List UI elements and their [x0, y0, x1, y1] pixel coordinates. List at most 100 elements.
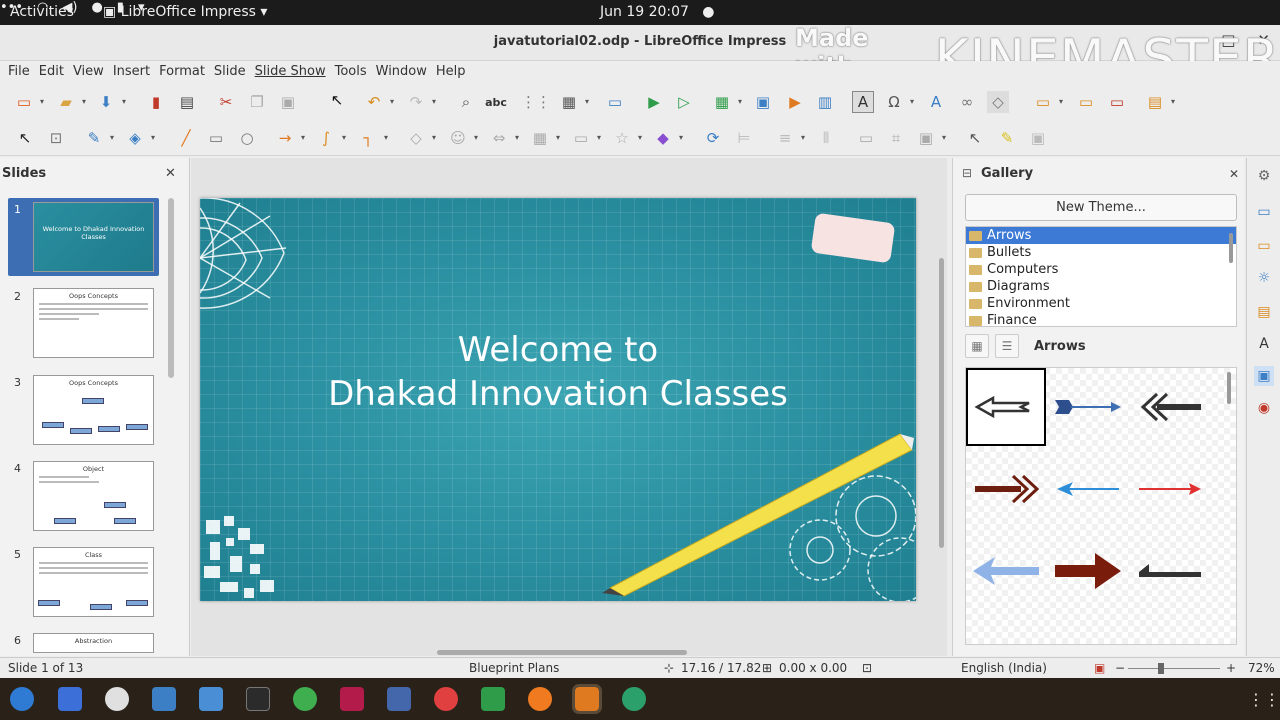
gallery-arrow-item[interactable] [1048, 368, 1128, 446]
impress-app-icon[interactable] [572, 684, 602, 714]
theme-item-computers[interactable]: Computers [966, 261, 1236, 278]
chrome-app-icon[interactable] [622, 687, 646, 711]
line-color-icon[interactable]: ✎ ▾ [83, 127, 114, 149]
maximize-icon[interactable]: □ [1221, 31, 1235, 49]
fit-slide-icon[interactable]: ▣ [1094, 661, 1105, 675]
calc-app-icon[interactable] [481, 687, 505, 711]
special-character-icon[interactable]: Ω ▾ [883, 91, 914, 113]
grid-icon[interactable]: ⋮⋮ [521, 91, 551, 113]
display-views-icon[interactable]: ▦ ▾ [558, 91, 589, 113]
menu-slide[interactable]: Slide [214, 61, 255, 85]
gallery-arrow-item[interactable] [1048, 532, 1128, 610]
firefox-app-icon[interactable] [528, 687, 552, 711]
zoom-pan-icon[interactable]: ⊡ [45, 127, 67, 149]
new-slide-icon[interactable]: ▭ ▾ [1032, 91, 1063, 113]
delete-slide-icon[interactable]: ▭ [1106, 91, 1128, 113]
terminal-app-icon[interactable] [246, 687, 270, 711]
screenshot-app-icon[interactable] [199, 687, 223, 711]
sidebar-settings-gear-icon[interactable]: ⚙ [1254, 166, 1274, 186]
callout-icon[interactable]: ▭ ▾ [570, 127, 601, 149]
clock[interactable]: Jun 19 20:07 ● [600, 4, 715, 20]
slide-thumbnail-4[interactable]: Object [33, 461, 154, 531]
zoom-in-icon[interactable]: + [1226, 661, 1236, 675]
slide-thumbnail-1[interactable]: Welcome to Dhakad Innovation Classes [33, 202, 154, 272]
gallery-tab-icon[interactable]: ▣ [1254, 366, 1274, 386]
flowchart-icon[interactable]: ▦ ▾ [529, 127, 560, 149]
current-slide[interactable]: Welcome to Dhakad Innovation Classes [200, 198, 916, 601]
menu-format[interactable]: Format [159, 61, 214, 85]
close-icon[interactable]: ✕ [1229, 167, 1239, 181]
animation-tab-icon[interactable]: ☼ [1254, 268, 1274, 288]
fontwork-icon[interactable]: A [925, 91, 947, 113]
menu-insert[interactable]: Insert [113, 61, 159, 85]
cut-icon[interactable]: ✂ [215, 91, 237, 113]
paste-icon[interactable]: ▣ [277, 91, 299, 113]
rotate-icon[interactable]: ⟳ [702, 127, 724, 149]
open-folder-icon[interactable]: ▰ ▾ [55, 91, 86, 113]
close-window-icon[interactable]: ✕ [1257, 31, 1270, 49]
slide-thumbnail-6[interactable]: Abstraction [33, 633, 154, 653]
icon-view-icon[interactable]: ▦ [965, 334, 989, 358]
menu-file[interactable]: File [8, 61, 39, 85]
zoom-level[interactable]: 72% [1248, 661, 1275, 675]
document-modified-icon[interactable]: ⊡ [862, 661, 872, 675]
master-slide-name[interactable]: Blueprint Plans [469, 661, 559, 675]
slide-edit-area[interactable]: Welcome to Dhakad Innovation Classes [191, 158, 947, 656]
language[interactable]: English (India) [961, 661, 1047, 675]
slide-title-text[interactable]: Welcome to Dhakad Innovation Classes [200, 328, 916, 416]
theme-item-finance[interactable]: Finance [966, 312, 1236, 326]
insert-table-icon[interactable]: ▦ ▾ [711, 91, 742, 113]
points-icon[interactable]: ↖ [964, 127, 986, 149]
theme-item-arrows[interactable]: Arrows [966, 227, 1236, 244]
show-applications-icon[interactable]: ⋮⋮⋮ [1248, 690, 1280, 709]
new-theme-button[interactable]: New Theme... [965, 194, 1237, 221]
slide-thumbnail-2[interactable]: Oops Concepts [33, 288, 154, 358]
connector-icon[interactable]: ┐ ▾ [357, 127, 388, 149]
glue-points-icon[interactable]: ✎ [996, 127, 1018, 149]
gallery-arrow-item[interactable] [1048, 450, 1128, 528]
new-document-icon[interactable]: ▭ ▾ [13, 91, 44, 113]
master-slides-tab-icon[interactable]: ▤ [1254, 302, 1274, 322]
help-app-icon[interactable] [434, 687, 458, 711]
export-pdf-icon[interactable]: ▮ [145, 91, 167, 113]
slides-scrollbar[interactable] [168, 198, 174, 378]
detail-view-icon[interactable]: ☰ [995, 334, 1019, 358]
copy-icon[interactable]: ❐ [246, 91, 268, 113]
theme-item-diagrams[interactable]: Diagrams [966, 278, 1236, 295]
insert-text-box-icon[interactable]: A [852, 91, 874, 113]
menu-view[interactable]: View [73, 61, 113, 85]
redo-icon[interactable]: ↷ ▾ [405, 91, 436, 113]
curve-icon[interactable]: ∫ ▾ [315, 127, 346, 149]
rectangle-icon[interactable]: ▭ [205, 127, 227, 149]
find-replace-icon[interactable]: ⌕ [455, 91, 477, 113]
duplicate-slide-icon[interactable]: ▭ [1075, 91, 1097, 113]
horizontal-scrollbar[interactable] [437, 650, 687, 655]
properties-tab-icon[interactable]: ▭ [1254, 202, 1274, 222]
start-from-current-icon[interactable]: ▷ [673, 91, 695, 113]
basic-shapes-icon[interactable]: ◇ ▾ [405, 127, 436, 149]
styles-tab-icon[interactable]: A [1254, 334, 1274, 354]
writer-app-icon[interactable] [152, 687, 176, 711]
spellcheck-icon[interactable]: abc [485, 91, 507, 113]
block-arrows-icon[interactable]: ⇔ ▾ [488, 127, 519, 149]
line-tool-icon[interactable]: ╱ [175, 127, 197, 149]
menu-edit[interactable]: Edit [39, 61, 73, 85]
toggle-extrusion-3d-icon[interactable]: ▣ [1027, 127, 1049, 149]
gallery-arrow-item[interactable] [1130, 368, 1210, 446]
activities-button[interactable]: Activities [10, 4, 74, 20]
ellipse-icon[interactable]: ○ [236, 127, 258, 149]
theme-item-bullets[interactable]: Bullets [966, 244, 1236, 261]
android-studio-app-icon[interactable] [293, 687, 317, 711]
menu-tools[interactable]: Tools [335, 61, 376, 85]
arrange-icon[interactable]: ≡ ▾ [774, 127, 805, 149]
insert-chart-icon[interactable]: ▥ [814, 91, 836, 113]
navigator-tab-icon[interactable]: ◉ [1254, 398, 1274, 418]
hyperlink-icon[interactable]: ∞ [956, 91, 978, 113]
menu-help[interactable]: Help [436, 61, 475, 85]
gallery-arrow-item[interactable] [966, 368, 1046, 446]
gallery-arrow-item[interactable] [1130, 532, 1210, 610]
theme-list-scrollbar[interactable] [1229, 233, 1233, 263]
slide-layout-icon[interactable]: ▤ ▾ [1144, 91, 1175, 113]
crop-icon[interactable]: ⌗ [885, 127, 907, 149]
files-app-icon[interactable] [58, 687, 82, 711]
